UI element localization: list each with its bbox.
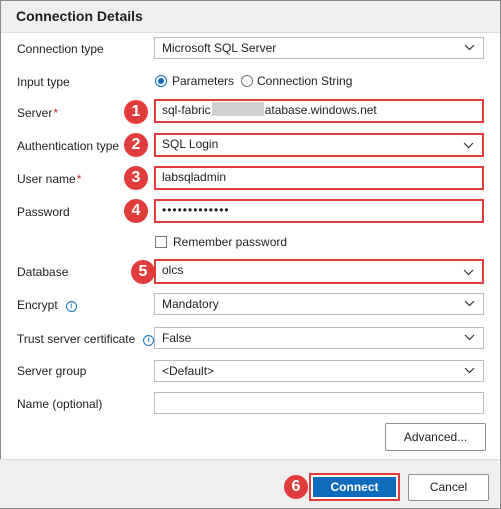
auth-type-select[interactable]: SQL Login [154, 133, 484, 157]
database-label: Database [17, 265, 69, 279]
panel-title: Connection Details [16, 8, 143, 24]
remember-password-label: Remember password [173, 235, 288, 249]
server-group-label: Server group [17, 364, 87, 378]
connection-type-label: Connection type [17, 42, 104, 56]
input-type-label: Input type [17, 75, 70, 89]
trust-cert-select[interactable]: False [154, 327, 484, 349]
chevron-down-icon [463, 269, 474, 276]
radio-connection-string-label: Connection String [257, 74, 353, 88]
server-group-select[interactable]: <Default> [154, 360, 484, 382]
password-label: Password [17, 205, 70, 219]
encrypt-label: Encrypt i [17, 298, 77, 312]
user-name-input[interactable]: labsqladmin [154, 166, 484, 190]
connection-type-value: Microsoft SQL Server [162, 41, 277, 55]
advanced-button[interactable]: Advanced... [385, 423, 486, 451]
step-badge-4: 4 [124, 199, 148, 223]
step-badge-5: 5 [131, 260, 155, 284]
step-badge-2: 2 [124, 133, 148, 157]
server-input[interactable]: sql-fabric atabase.windows.net [154, 99, 484, 123]
radio-parameters[interactable] [155, 75, 167, 87]
encrypt-select[interactable]: Mandatory [154, 293, 484, 315]
chevron-down-icon [464, 334, 475, 341]
password-input[interactable]: ••••••••••••• [154, 199, 484, 223]
name-optional-input[interactable] [154, 392, 484, 414]
radio-connection-string[interactable] [241, 75, 253, 87]
name-optional-label: Name (optional) [17, 397, 103, 411]
step-badge-1: 1 [124, 100, 148, 124]
connect-button[interactable]: Connect [313, 477, 396, 497]
step-badge-3: 3 [124, 166, 148, 190]
radio-parameters-label: Parameters [172, 74, 235, 88]
trust-cert-label: Trust server certificate i [17, 332, 155, 346]
info-icon: i [143, 335, 155, 346]
redacted-block [211, 102, 264, 116]
step-badge-6: 6 [284, 475, 308, 499]
remember-password-checkbox[interactable] [155, 236, 167, 248]
cancel-button[interactable]: Cancel [408, 474, 489, 501]
auth-type-label: Authentication type [17, 139, 120, 153]
chevron-down-icon [464, 44, 475, 51]
info-icon: i [65, 301, 77, 312]
chevron-down-icon [464, 367, 475, 374]
server-label: Server* [17, 106, 59, 120]
database-select[interactable]: olcs [154, 259, 484, 284]
connection-type-select[interactable]: Microsoft SQL Server [154, 37, 484, 59]
chevron-down-icon [464, 300, 475, 307]
panel-header: Connection Details [1, 1, 500, 33]
user-name-label: User name* [17, 172, 82, 186]
chevron-down-icon [463, 142, 474, 149]
